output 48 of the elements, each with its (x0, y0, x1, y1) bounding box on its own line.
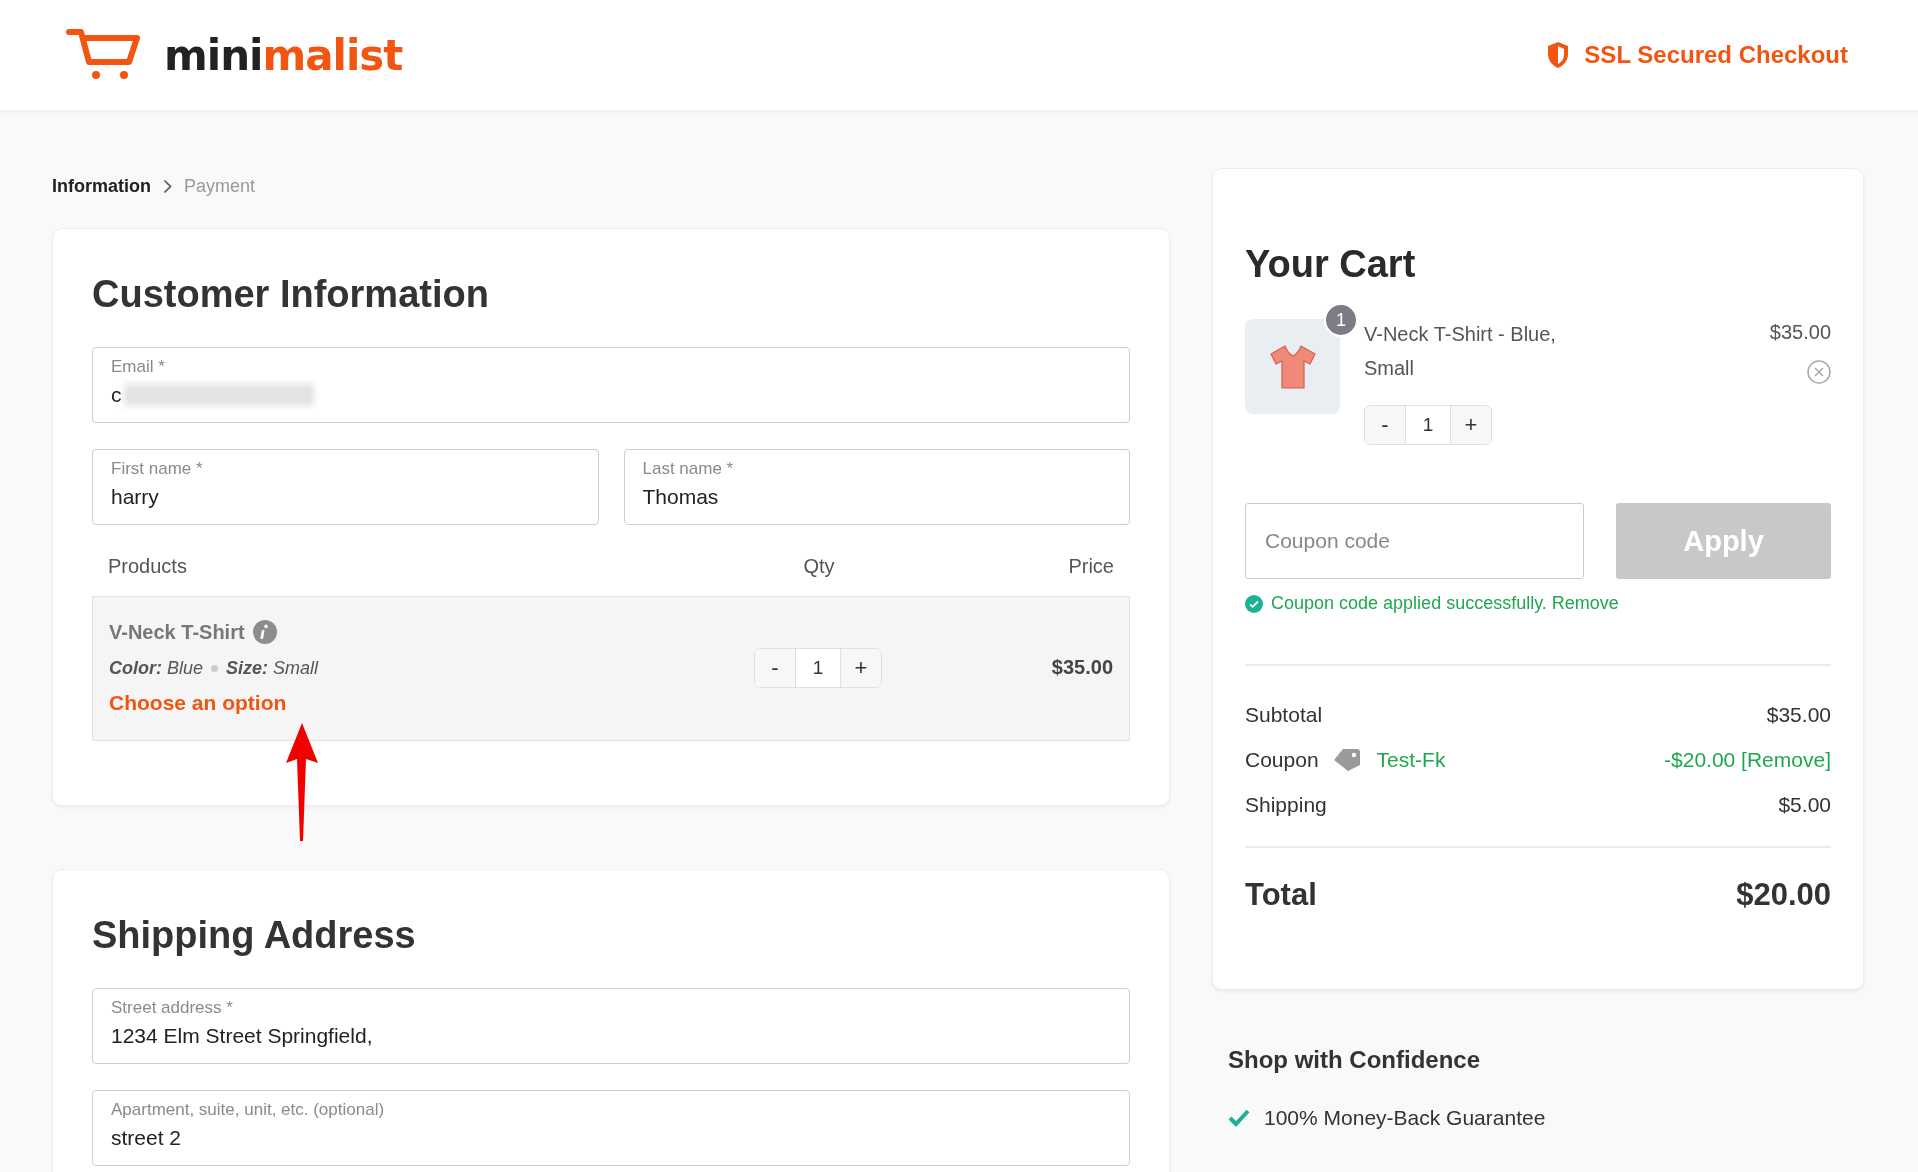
increase-button[interactable]: + (1451, 406, 1491, 444)
check-circle-icon (1245, 594, 1263, 613)
tag-icon (1332, 747, 1363, 772)
product-attribute: Color: Blue (109, 658, 204, 679)
cart-item-name: V-Neck T-Shirt - Blue, Small (1364, 322, 1557, 381)
summary-label: Shipping (1245, 792, 1327, 817)
info-icon[interactable] (252, 620, 277, 644)
product-price: $35.00 (1050, 656, 1113, 679)
text-field[interactable]: Apartment, suite, unit, etc. (optional) street 2 (92, 1090, 1130, 1166)
cart-title: Your Cart (1245, 242, 1417, 287)
product-name: V-Neck T-Shirt (109, 620, 245, 644)
remove-icon[interactable] (1807, 360, 1831, 384)
guarantee-text: 100% Money-Back Guarantee (1264, 1106, 1546, 1130)
total-label: Total (1245, 877, 1317, 913)
coupon-success-message: Coupon code applied successfully. Remove (1271, 593, 1619, 614)
total-value: $20.00 (1736, 877, 1831, 913)
summary-label: Subtotal (1245, 702, 1323, 727)
text-field[interactable]: Street address * 1234 Elm Street Springfield, (92, 988, 1130, 1064)
summary-label: Coupon (1245, 747, 1319, 772)
shield-icon (1546, 41, 1571, 69)
checkmark-icon (1228, 1109, 1250, 1127)
cart-item-price: $35.00 (1769, 321, 1831, 344)
text-field[interactable]: First name * harry (92, 449, 599, 525)
text-field[interactable]: Email * c (92, 347, 1130, 423)
quantity-field[interactable]: 1 (1405, 406, 1451, 444)
quantity-field[interactable]: 1 (795, 648, 841, 687)
column-header: Qty (802, 555, 836, 578)
breadcrumb-link[interactable]: Information (52, 175, 151, 197)
section-title: Shipping Address (92, 913, 417, 958)
increase-button[interactable]: + (841, 648, 881, 687)
summary-value: $5.00 (1778, 792, 1831, 817)
shopping-cart-icon (66, 28, 142, 82)
section-title: Customer Information (92, 272, 490, 317)
text-field[interactable]: Last name * Thomas (623, 449, 1130, 525)
column-header: Price (1067, 555, 1114, 578)
coupon-code: Test-Fk (1376, 747, 1446, 772)
t-shirt-icon (1268, 343, 1317, 390)
column-header: Products (108, 555, 188, 578)
quantity-badge: 1 (1324, 303, 1358, 337)
secure-checkout-label: SSL Secured Checkout (1584, 41, 1848, 69)
decrease-button[interactable]: - (755, 648, 795, 687)
chevron-right-icon (163, 178, 172, 194)
decrease-button[interactable]: - (1365, 406, 1405, 444)
logo-wordmark[interactable]: minimalist (164, 30, 403, 80)
confidence-title: Shop with Confidence (1228, 1046, 1481, 1074)
summary-value: $35.00 (1766, 702, 1831, 727)
product-attribute: Size: Small (226, 658, 319, 679)
separator-dot (211, 665, 219, 672)
